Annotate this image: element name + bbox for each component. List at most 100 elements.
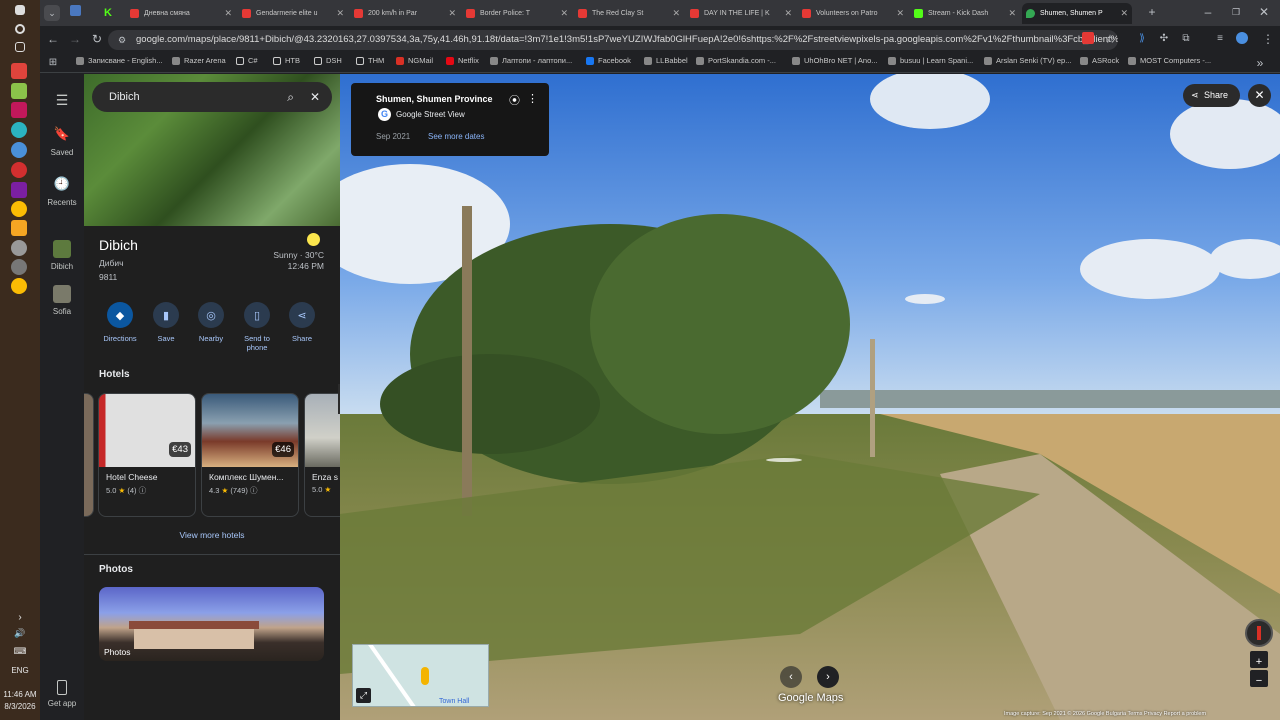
hotel-card-partial[interactable] xyxy=(84,393,94,517)
app-icon-5[interactable] xyxy=(11,142,27,158)
search-icon[interactable] xyxy=(15,24,25,34)
tab-close-icon[interactable]: ✕ xyxy=(1120,8,1128,19)
clock-time[interactable]: 11:46 AM xyxy=(0,690,40,699)
tab-close-icon[interactable]: ✕ xyxy=(224,8,232,19)
tab-8[interactable]: Stream - Kick Dash ✕ xyxy=(910,3,1020,24)
bookmark-item[interactable]: LLBabbel xyxy=(644,56,688,65)
tab-4[interactable]: Border Police: T ✕ xyxy=(462,3,572,24)
photos-card[interactable]: Photos xyxy=(99,587,324,661)
share-button[interactable]: ⋖ Share xyxy=(1183,84,1240,107)
map-footer-attribution[interactable]: Image capture: Sep 2021 © 2026 Google Bu… xyxy=(1004,711,1206,717)
tray-chevron-icon[interactable]: › xyxy=(0,612,40,623)
tab-close-icon[interactable]: ✕ xyxy=(336,8,344,19)
clear-search-icon[interactable]: ✕ xyxy=(310,82,320,112)
hotel-card[interactable]: €43 Hotel Cheese 5.0 ★ (4) ⓘ xyxy=(98,393,196,517)
search-input[interactable]: Dibich ⌕ ✕ xyxy=(92,82,332,112)
previous-image-button[interactable]: ‹ xyxy=(780,666,802,688)
save-button[interactable]: ▮ Save xyxy=(143,302,189,343)
tab-search-chevron-icon[interactable]: ⌄ xyxy=(44,5,60,21)
windows-start-icon[interactable] xyxy=(15,5,25,15)
bookmark-item[interactable]: Arslan Senki (TV) ep... xyxy=(984,56,1071,65)
bookmark-item[interactable]: Записване - English... xyxy=(76,56,163,65)
directions-button[interactable]: ◆ Directions xyxy=(97,302,143,343)
close-street-view-button[interactable]: ✕ xyxy=(1248,84,1271,107)
rail-item-recents[interactable]: 🕘 Recents xyxy=(40,176,84,207)
bookmark-folder[interactable]: DSH xyxy=(314,56,342,65)
language-indicator[interactable]: ENG xyxy=(0,666,40,675)
next-image-button[interactable]: › xyxy=(817,666,839,688)
forward-icon[interactable]: → xyxy=(67,31,83,47)
tab-close-icon[interactable]: ✕ xyxy=(784,8,792,19)
chrome-active-icon[interactable] xyxy=(11,278,27,294)
tab-2[interactable]: Gendarmerie elite u ✕ xyxy=(238,3,348,24)
street-view-canvas[interactable]: Shumen, Shumen Province ⦿ ⋮ G Google Str… xyxy=(340,74,1280,720)
tab-1[interactable]: Дневна смяна ✕ xyxy=(126,3,236,24)
nearby-button[interactable]: ◎ Nearby xyxy=(188,302,234,343)
bookmark-item[interactable]: MOST Computers -... xyxy=(1128,56,1211,65)
maximize-window-icon[interactable]: ❐ xyxy=(1228,4,1244,20)
see-more-dates-link[interactable]: See more dates xyxy=(428,132,484,141)
pegman-icon[interactable] xyxy=(421,667,429,685)
app-icon-1[interactable] xyxy=(11,63,27,79)
rail-item-saved[interactable]: 🔖 Saved xyxy=(40,126,84,157)
app-icon-8[interactable] xyxy=(11,220,27,236)
extensions-puzzle-icon[interactable]: ⧉ xyxy=(1178,31,1194,47)
tab-close-icon[interactable]: ✕ xyxy=(1008,8,1016,19)
bookmark-item[interactable]: Facebook xyxy=(586,56,631,65)
media-controls-icon[interactable]: ≡ xyxy=(1212,31,1228,47)
bookmark-item[interactable]: ASRock xyxy=(1080,56,1119,65)
opera-icon[interactable] xyxy=(11,162,27,178)
tab-close-icon[interactable]: ✕ xyxy=(896,8,904,19)
bookmark-item[interactable]: Razer Arena xyxy=(172,56,226,65)
tab-7[interactable]: Volunteers on Patro ✕ xyxy=(798,3,908,24)
app-icon-3[interactable] xyxy=(11,102,27,118)
address-bar[interactable]: ⚙ google.com/maps/place/9811+Dibich/@43.… xyxy=(108,30,1118,50)
volume-icon[interactable]: 🔊 xyxy=(0,628,40,639)
tab-5[interactable]: The Red Clay St ✕ xyxy=(574,3,684,24)
info-icon[interactable]: ⓘ xyxy=(139,486,147,495)
menu-hamburger-icon[interactable]: ☰ xyxy=(40,92,84,109)
compass-icon[interactable] xyxy=(1245,619,1273,647)
extension-icon-1[interactable]: ⟫ xyxy=(1134,31,1150,47)
bookmark-item[interactable]: Лаптопи - лаптопи... xyxy=(490,56,572,65)
pinned-tab-icon-2[interactable]: K xyxy=(100,5,116,21)
chrome-icon[interactable] xyxy=(11,201,27,217)
keyboard-icon[interactable]: ⌨ xyxy=(0,646,40,657)
pinned-tab-icon-1[interactable] xyxy=(70,5,81,16)
tab-close-icon[interactable]: ✕ xyxy=(672,8,680,19)
get-app-button[interactable]: Get app xyxy=(40,680,84,708)
screen-share-icon[interactable] xyxy=(1082,32,1094,44)
rail-item-dibich[interactable]: Dibich xyxy=(40,240,84,271)
onenote-icon[interactable] xyxy=(11,182,27,198)
rail-item-sofia[interactable]: Sofia xyxy=(40,285,84,316)
extension-icon-2[interactable]: ✣ xyxy=(1156,31,1172,47)
navigation-arrow-icon[interactable] xyxy=(766,458,802,462)
apps-grid-icon[interactable]: ⊞ xyxy=(45,55,61,71)
tab-3[interactable]: 200 km/h in Par ✕ xyxy=(350,3,460,24)
location-pin-icon[interactable]: ⦿ xyxy=(509,92,520,108)
send-to-phone-button[interactable]: ▯ Send to phone xyxy=(234,302,280,352)
more-options-icon[interactable]: ⋮ xyxy=(527,92,538,105)
app-icon-2[interactable] xyxy=(11,83,27,99)
reload-icon[interactable]: ↻ xyxy=(89,31,105,47)
zoom-in-button[interactable]: + xyxy=(1250,651,1268,668)
bookmark-folder[interactable]: C# xyxy=(236,56,258,65)
mini-map[interactable]: Town Hall ⤢ xyxy=(352,644,489,707)
minimize-window-icon[interactable]: – xyxy=(1200,4,1216,20)
info-icon[interactable]: ⓘ xyxy=(250,486,258,495)
tab-close-icon[interactable]: ✕ xyxy=(560,8,568,19)
bookmark-item[interactable]: Netflix xyxy=(446,56,479,65)
edge-icon[interactable] xyxy=(11,122,27,138)
hotel-card[interactable]: Enza s 5.0 ★ xyxy=(304,393,340,517)
street-view-panorama[interactable] xyxy=(340,74,1280,720)
view-more-hotels-link[interactable]: View more hotels xyxy=(84,530,340,540)
bookmark-item[interactable]: busuu | Learn Spani... xyxy=(888,56,973,65)
new-tab-icon[interactable]: + xyxy=(1144,4,1160,20)
bookmark-item[interactable]: NGMail xyxy=(396,56,433,65)
tab-6[interactable]: DAY IN THE LIFE | K ✕ xyxy=(686,3,796,24)
task-view-icon[interactable] xyxy=(15,42,25,52)
browser-menu-icon[interactable]: ⋮ xyxy=(1260,31,1276,47)
zoom-out-button[interactable]: − xyxy=(1250,670,1268,687)
bookmark-item[interactable]: UhOhBro NET | Ano... xyxy=(792,56,878,65)
bookmark-item[interactable]: PortSkandia.com -... xyxy=(696,56,776,65)
